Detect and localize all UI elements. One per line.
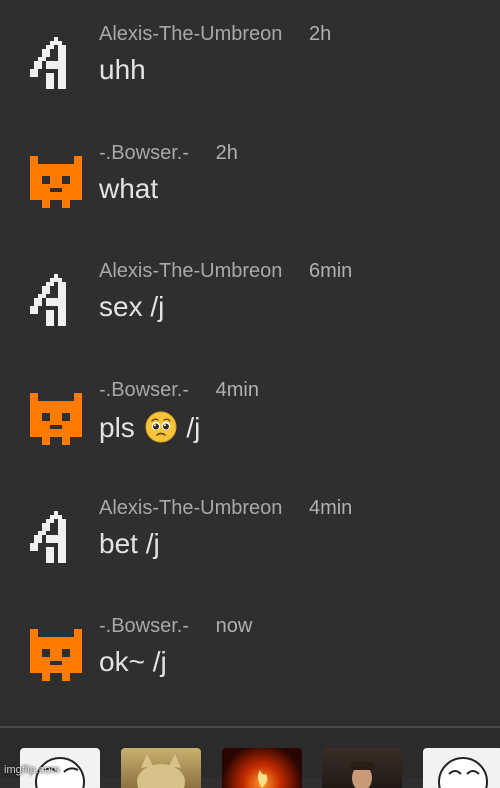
meme-thumbnail[interactable] xyxy=(121,748,201,788)
username-link[interactable]: Alexis-The-Umbreon xyxy=(99,260,282,283)
comment-item: -.Bowser.- 2h what xyxy=(0,142,500,252)
meme-thumbnail[interactable] xyxy=(322,748,402,788)
comment-text: uhh xyxy=(99,54,146,85)
cat-face-icon xyxy=(137,754,185,788)
username-link[interactable]: -.Bowser.- xyxy=(99,379,189,402)
pixel-bowser-icon xyxy=(30,156,82,208)
timestamp: now xyxy=(215,615,253,637)
timestamp: 4min xyxy=(308,497,353,519)
comment-text: pls /j xyxy=(99,411,200,444)
comment-meta: -.Bowser.- 4min xyxy=(99,379,259,409)
user-avatar[interactable] xyxy=(30,156,82,208)
comment-text: sex /j xyxy=(99,291,165,322)
comment-text: ok~ /j xyxy=(99,646,167,677)
user-avatar[interactable] xyxy=(30,629,82,681)
user-avatar[interactable] xyxy=(30,274,82,326)
comment-meta: Alexis-The-Umbreon 4min xyxy=(99,497,352,527)
comment-meta: Alexis-The-Umbreon 6min xyxy=(99,260,352,290)
username-link[interactable]: Alexis-The-Umbreon xyxy=(99,497,282,520)
timestamp: 2h xyxy=(215,142,238,164)
comment-item: -.Bowser.- 4min pls /j xyxy=(0,379,500,489)
pixel-umbreon-icon xyxy=(30,37,66,89)
meme-thumbnail[interactable] xyxy=(423,748,500,788)
meme-tray: imgflip.com xyxy=(0,728,500,788)
comment-item: Alexis-The-Umbreon 6min sex /j xyxy=(0,260,500,370)
timestamp: 2h xyxy=(308,23,332,45)
comment-text: what xyxy=(99,173,159,204)
comment-item: Alexis-The-Umbreon 4min bet /j xyxy=(0,497,500,607)
username-link[interactable]: -.Bowser.- xyxy=(99,142,189,165)
watermark: imgflip.com xyxy=(4,764,60,776)
meme-face-icon xyxy=(438,757,488,788)
comment-text-before: pls xyxy=(99,412,135,443)
pixel-bowser-icon xyxy=(30,393,82,445)
username-link[interactable]: -.Bowser.- xyxy=(99,615,189,638)
comment-meta: -.Bowser.- 2h xyxy=(99,142,238,172)
comment-text: bet /j xyxy=(99,528,160,559)
timestamp: 4min xyxy=(215,379,259,401)
username-link[interactable]: Alexis-The-Umbreon xyxy=(99,23,282,46)
meme-thumbnail[interactable] xyxy=(222,748,302,788)
user-avatar[interactable] xyxy=(30,37,82,89)
timestamp: 6min xyxy=(308,260,353,282)
user-avatar[interactable] xyxy=(30,511,82,563)
pixel-umbreon-icon xyxy=(30,274,66,326)
pixel-umbreon-icon xyxy=(30,511,66,563)
person-icon xyxy=(350,762,374,788)
comment-feed: Alexis-The-Umbreon 2h uhh -.Bowser.- 2h … xyxy=(0,0,500,726)
comment-item: Alexis-The-Umbreon 2h uhh xyxy=(0,23,500,133)
comment-meta: -.Bowser.- now xyxy=(99,615,252,645)
comment-meta: Alexis-The-Umbreon 2h xyxy=(99,23,331,53)
comment-text-after: /j xyxy=(186,412,201,443)
pleading-face-emoji xyxy=(145,411,177,443)
user-avatar[interactable] xyxy=(30,393,82,445)
comment-item: -.Bowser.- now ok~ /j xyxy=(0,615,500,725)
fire-icon xyxy=(257,770,268,788)
pixel-bowser-icon xyxy=(30,629,82,681)
